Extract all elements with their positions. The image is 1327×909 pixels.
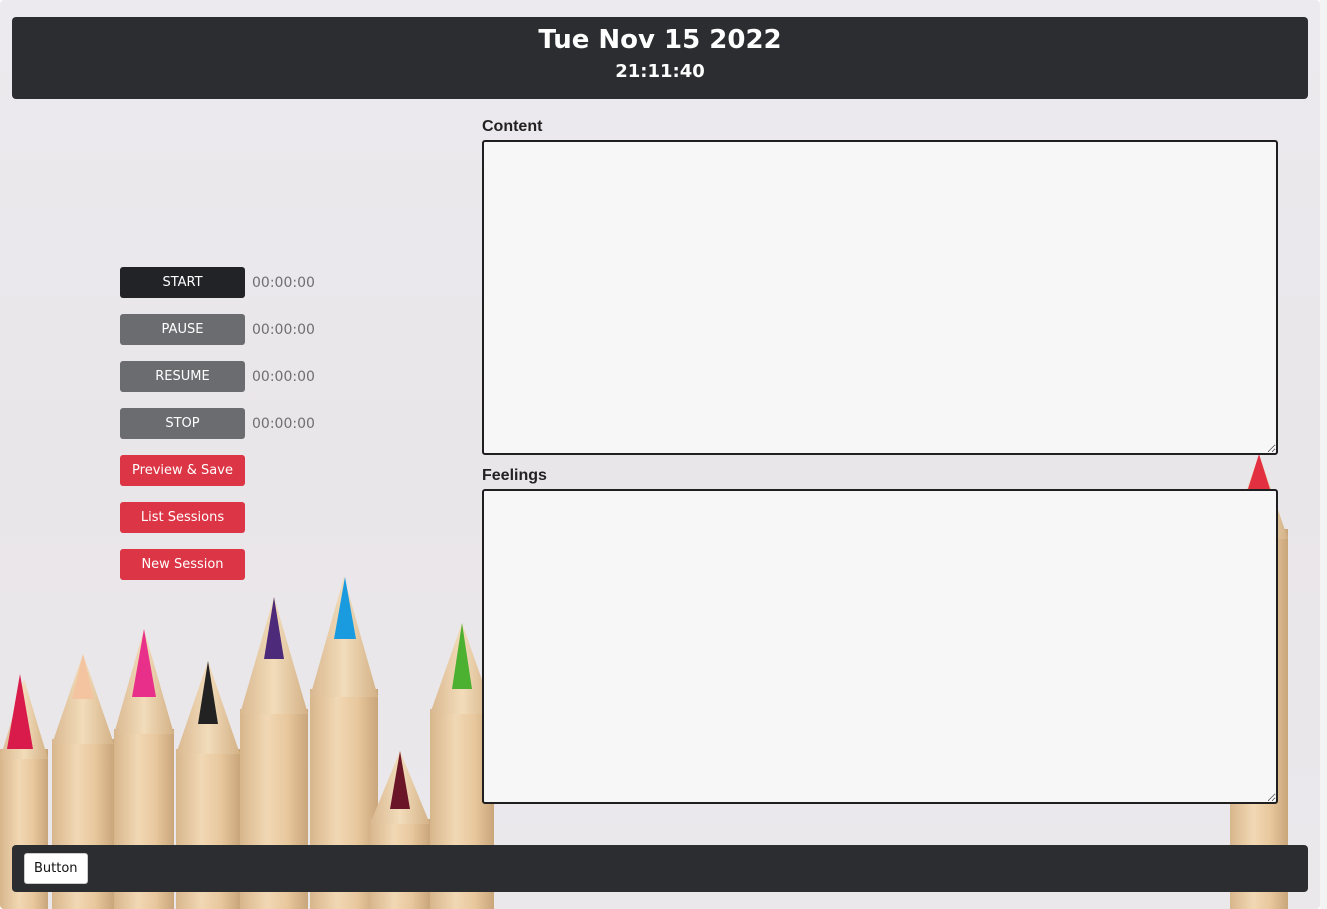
stop-row: STOP 00:00:00 [120, 408, 315, 439]
content-label: Content [482, 118, 543, 135]
content-textarea[interactable] [482, 140, 1278, 455]
stop-button[interactable]: STOP [120, 408, 245, 439]
footer-button[interactable]: Button [24, 853, 88, 884]
feelings-label: Feelings [482, 467, 547, 484]
header-bar: Tue Nov 15 2022 21:11:40 [12, 17, 1308, 99]
pause-row: PAUSE 00:00:00 [120, 314, 315, 345]
scrollbar-track[interactable] [1320, 0, 1327, 909]
preview-save-button[interactable]: Preview & Save [120, 455, 245, 486]
list-sessions-row: List Sessions [120, 502, 245, 533]
new-session-row: New Session [120, 549, 245, 580]
preview-save-row: Preview & Save [120, 455, 245, 486]
resume-row: RESUME 00:00:00 [120, 361, 315, 392]
start-button[interactable]: START [120, 267, 245, 298]
start-timer: 00:00:00 [252, 274, 315, 291]
resume-button[interactable]: RESUME [120, 361, 245, 392]
stop-timer: 00:00:00 [252, 415, 315, 432]
current-date: Tue Nov 15 2022 [538, 25, 782, 55]
pause-button[interactable]: PAUSE [120, 314, 245, 345]
new-session-button[interactable]: New Session [120, 549, 245, 580]
current-time: 21:11:40 [615, 61, 705, 82]
feelings-textarea[interactable] [482, 489, 1278, 804]
footer-bar: Button [12, 845, 1308, 892]
pause-timer: 00:00:00 [252, 321, 315, 338]
start-row: START 00:00:00 [120, 267, 315, 298]
resume-timer: 00:00:00 [252, 368, 315, 385]
list-sessions-button[interactable]: List Sessions [120, 502, 245, 533]
